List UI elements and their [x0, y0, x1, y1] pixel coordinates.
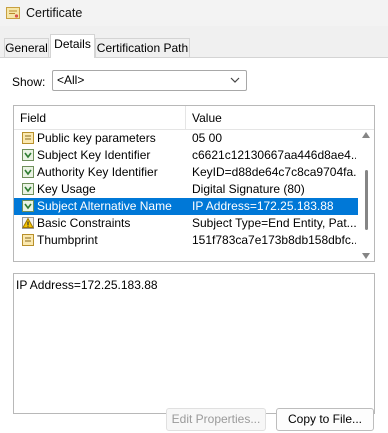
- tab-general[interactable]: General: [4, 38, 49, 58]
- field-name: Basic Constraints: [37, 216, 131, 230]
- tab-strip: General Details Certification Path: [0, 34, 388, 58]
- scroll-down-icon[interactable]: [362, 253, 370, 259]
- field-name: Public key parameters: [37, 131, 156, 145]
- window-title: Certificate: [26, 6, 83, 20]
- column-header-field[interactable]: Field: [14, 106, 186, 130]
- field-value: Digital Signature (80): [192, 182, 305, 196]
- list-item-subject-key-identifier[interactable]: Subject Key Identifier c6621c12130667aa4…: [14, 147, 358, 164]
- show-dropdown[interactable]: <All>: [52, 70, 247, 91]
- field-detail-textbox[interactable]: IP Address=172.25.183.88: [13, 273, 375, 414]
- field-value: IP Address=172.25.183.88: [192, 199, 334, 213]
- field-value: 151f783ca7e173b8db158dbfc...: [192, 233, 356, 247]
- list-rows: Public key parameters 05 00 Subject Key …: [14, 130, 358, 249]
- field-name: Authority Key Identifier: [37, 165, 158, 179]
- extension-icon: [21, 148, 35, 162]
- list-item-key-usage[interactable]: Key Usage Digital Signature (80): [14, 181, 358, 198]
- list-item-basic-constraints[interactable]: Basic Constraints Subject Type=End Entit…: [14, 215, 358, 232]
- property-icon: [21, 233, 35, 247]
- field-list[interactable]: Field Value Public key parameters 05 00 …: [13, 105, 375, 262]
- extension-icon: [21, 199, 35, 213]
- scroll-up-icon[interactable]: [362, 132, 370, 138]
- field-value: 05 00: [192, 131, 223, 145]
- list-item-public-key-parameters[interactable]: Public key parameters 05 00: [14, 130, 358, 147]
- list-item-thumbprint[interactable]: Thumbprint 151f783ca7e173b8db158dbfc...: [14, 232, 358, 249]
- chevron-down-icon: [230, 77, 240, 83]
- field-value: c6621c12130667aa446d8ae4...: [192, 148, 356, 162]
- column-header-value[interactable]: Value: [186, 106, 358, 130]
- field-name: Thumbprint: [37, 233, 98, 247]
- list-header: Field Value: [14, 106, 374, 130]
- certificate-icon: [6, 7, 20, 19]
- property-icon: [21, 131, 35, 145]
- field-value: Subject Type=End Entity, Pat...: [192, 216, 356, 230]
- show-label: Show:: [12, 75, 46, 89]
- list-scrollbar[interactable]: [358, 130, 374, 261]
- tab-certification-path[interactable]: Certification Path: [95, 38, 190, 58]
- warning-extension-icon: [21, 216, 35, 230]
- field-name: Key Usage: [37, 182, 96, 196]
- show-selected-value: <All>: [57, 73, 85, 87]
- details-panel: Show: <All> Field Value Public key param…: [0, 57, 388, 433]
- extension-icon: [21, 182, 35, 196]
- copy-to-file-button[interactable]: Copy to File...: [276, 408, 374, 431]
- tab-details[interactable]: Details: [50, 34, 95, 58]
- field-name: Subject Alternative Name: [37, 199, 172, 213]
- field-value: KeyID=d88de64c7c8ca9704fa...: [192, 165, 356, 179]
- list-item-authority-key-identifier[interactable]: Authority Key Identifier KeyID=d88de64c7…: [14, 164, 358, 181]
- edit-properties-button[interactable]: Edit Properties...: [166, 408, 266, 431]
- scrollbar-thumb[interactable]: [365, 170, 368, 230]
- field-name: Subject Key Identifier: [37, 148, 151, 162]
- title-bar: Certificate: [0, 0, 388, 26]
- list-item-subject-alternative-name[interactable]: Subject Alternative Name IP Address=172.…: [14, 198, 358, 215]
- extension-icon: [21, 165, 35, 179]
